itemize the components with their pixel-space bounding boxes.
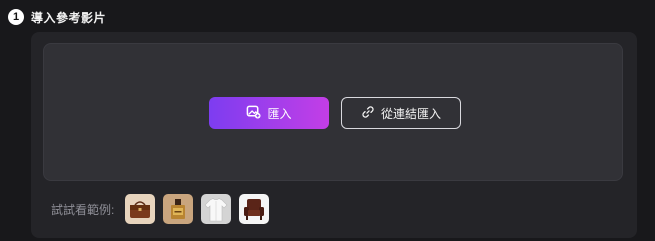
upload-dropzone[interactable]: 匯入 從連結匯入 xyxy=(43,43,623,181)
shirt-icon xyxy=(201,194,232,224)
handbag-icon xyxy=(125,194,156,224)
sample-thumb-shirt[interactable] xyxy=(201,194,232,224)
sample-thumb-armchair[interactable] xyxy=(239,194,270,224)
reference-video-panel: 匯入 從連結匯入 試試看範例: xyxy=(31,32,637,238)
image-add-icon xyxy=(246,104,262,122)
import-from-link-label: 從連結匯入 xyxy=(380,106,441,121)
sample-examples: 試試看範例: xyxy=(51,194,277,224)
samples-label: 試試看範例: xyxy=(51,202,115,217)
link-icon xyxy=(361,105,375,122)
armchair-icon xyxy=(239,194,270,224)
step-header: 1 導入參考影片 xyxy=(8,8,106,26)
sample-thumb-perfume[interactable] xyxy=(163,194,194,224)
step-number-badge: 1 xyxy=(8,9,24,25)
section-title: 導入參考影片 xyxy=(31,10,107,25)
import-button[interactable]: 匯入 xyxy=(209,97,329,129)
import-from-link-button[interactable]: 從連結匯入 xyxy=(341,97,461,129)
perfume-icon xyxy=(163,194,194,224)
sample-thumb-handbag[interactable] xyxy=(125,194,156,224)
import-button-label: 匯入 xyxy=(267,106,292,121)
